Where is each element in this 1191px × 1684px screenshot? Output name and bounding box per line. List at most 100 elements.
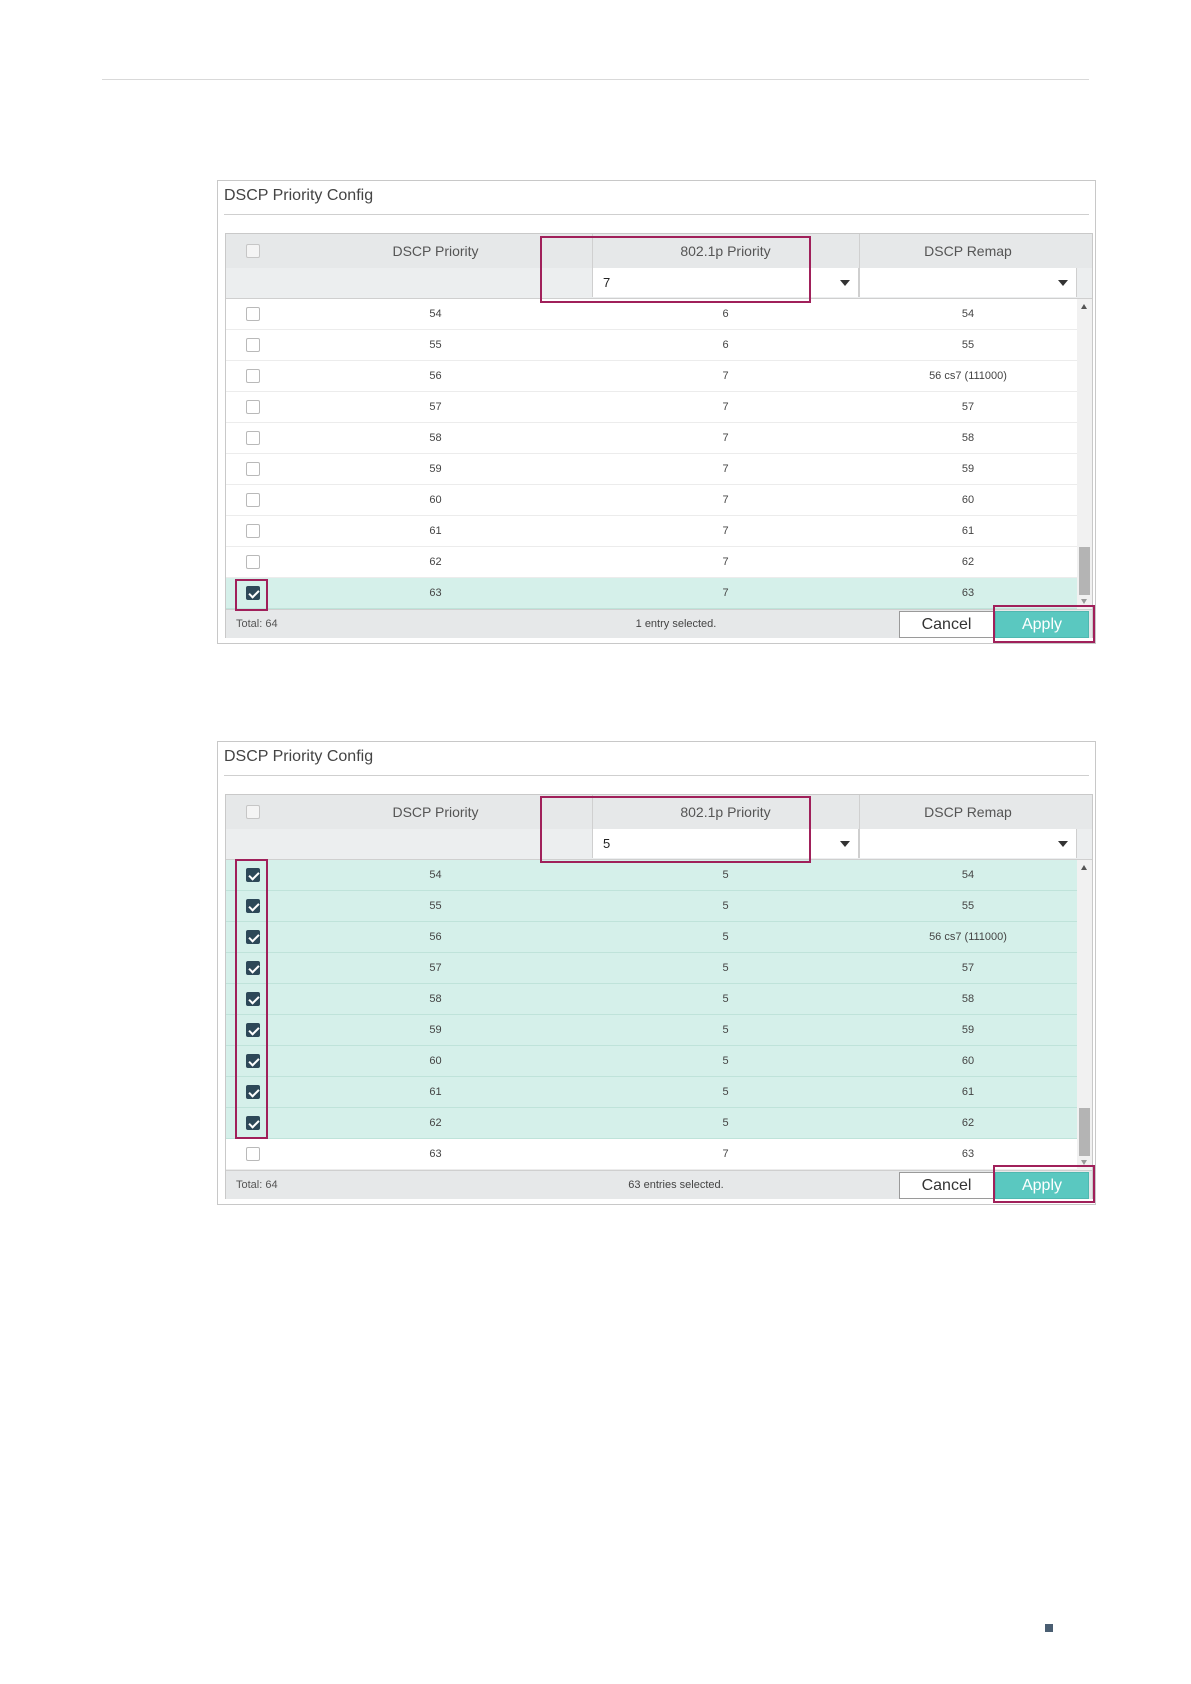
table-row[interactable]: 58 7 58	[226, 423, 1077, 454]
scroll-up-arrow-icon[interactable]	[1081, 865, 1087, 870]
chevron-down-icon	[1058, 841, 1068, 847]
dscp-remap-select[interactable]	[859, 268, 1077, 297]
page-top-rule	[102, 79, 1089, 80]
select-all-checkbox[interactable]	[246, 805, 260, 819]
row-checkbox[interactable]	[246, 462, 260, 476]
dot1p-priority-cell: 6	[722, 308, 729, 320]
row-checkbox[interactable]	[246, 992, 260, 1006]
row-checkbox[interactable]	[246, 1023, 260, 1037]
table-row[interactable]: 59 7 59	[226, 454, 1077, 485]
table-row[interactable]: 57 5 57	[226, 953, 1077, 984]
table-row[interactable]: 60 5 60	[226, 1046, 1077, 1077]
scroll-down-arrow-icon[interactable]	[1081, 1160, 1087, 1165]
row-checkbox[interactable]	[246, 899, 260, 913]
column-divider	[859, 234, 860, 268]
selection-status: 63 entries selected.	[628, 1179, 724, 1191]
dscp-priority-cell: 56	[429, 931, 442, 943]
dot1p-priority-cell: 7	[722, 463, 729, 475]
column-header-8021p-priority[interactable]: 802.1p Priority	[592, 795, 859, 829]
select-all-checkbox[interactable]	[246, 244, 260, 258]
row-checkbox[interactable]	[246, 961, 260, 975]
dscp-priority-cell: 57	[429, 962, 442, 974]
dot1p-priority-select-value: 5	[603, 836, 611, 851]
table-row[interactable]: 62 5 62	[226, 1108, 1077, 1139]
dot1p-priority-select[interactable]: 5	[592, 829, 859, 858]
dot1p-priority-cell: 7	[722, 1148, 729, 1160]
scroll-down-arrow-icon[interactable]	[1081, 599, 1087, 604]
table-row[interactable]: 61 5 61	[226, 1077, 1077, 1108]
dscp-priority-cell: 55	[429, 900, 442, 912]
dscp-priority-cell: 62	[429, 556, 442, 568]
panel-title: DSCP Priority Config	[224, 748, 374, 765]
table-scrollbar[interactable]	[1077, 860, 1092, 1170]
row-checkbox[interactable]	[246, 400, 260, 414]
row-checkbox[interactable]	[246, 431, 260, 445]
dscp-priority-cell: 60	[429, 1055, 442, 1067]
dot1p-priority-cell: 7	[722, 432, 729, 444]
cancel-button[interactable]: Cancel	[899, 1172, 994, 1199]
dot1p-priority-cell: 5	[722, 931, 729, 943]
row-checkbox[interactable]	[246, 930, 260, 944]
table-row[interactable]: 60 7 60	[226, 485, 1077, 516]
page-marker	[1045, 1624, 1053, 1632]
row-checkbox[interactable]	[246, 586, 260, 600]
table-row[interactable]: 63 7 63	[226, 1139, 1077, 1170]
table-row[interactable]: 58 5 58	[226, 984, 1077, 1015]
column-divider	[859, 795, 860, 829]
dot1p-priority-cell: 6	[722, 339, 729, 351]
table-scrollbar[interactable]	[1077, 299, 1092, 609]
filter-row: 5	[226, 829, 1092, 860]
table-row[interactable]: 59 5 59	[226, 1015, 1077, 1046]
scrollbar-thumb[interactable]	[1079, 547, 1090, 595]
dot1p-priority-select[interactable]: 7	[592, 268, 859, 297]
table-row[interactable]: 55 6 55	[226, 330, 1077, 361]
column-header-dscp-priority[interactable]: DSCP Priority	[279, 795, 592, 829]
dscp-remap-cell: 59	[961, 1024, 975, 1036]
table-header: DSCP Priority 802.1p Priority DSCP Remap	[226, 795, 1092, 830]
table-row[interactable]: 54 6 54	[226, 299, 1077, 330]
apply-button[interactable]: Apply	[995, 611, 1089, 638]
dscp-remap-cell: 59	[961, 463, 975, 475]
table-row[interactable]: 62 7 62	[226, 547, 1077, 578]
table-row[interactable]: 63 7 63	[226, 578, 1077, 609]
table-row[interactable]: 61 7 61	[226, 516, 1077, 547]
column-header-dscp-priority[interactable]: DSCP Priority	[279, 234, 592, 268]
row-checkbox[interactable]	[246, 1085, 260, 1099]
table-row[interactable]: 57 7 57	[226, 392, 1077, 423]
dscp-remap-select[interactable]	[859, 829, 1077, 858]
row-checkbox[interactable]	[246, 1116, 260, 1130]
apply-button[interactable]: Apply	[995, 1172, 1089, 1199]
dscp-table: DSCP Priority 802.1p Priority DSCP Remap…	[225, 233, 1093, 638]
dscp-remap-cell: 62	[961, 556, 975, 568]
cancel-button[interactable]: Cancel	[899, 611, 994, 638]
row-checkbox[interactable]	[246, 369, 260, 383]
row-checkbox[interactable]	[246, 338, 260, 352]
row-checkbox[interactable]	[246, 555, 260, 569]
selection-status: 1 entry selected.	[635, 618, 717, 630]
dscp-priority-panel-2: DSCP Priority Config DSCP Priority 802.1…	[217, 741, 1096, 1205]
table-row[interactable]: 54 5 54	[226, 860, 1077, 891]
scroll-up-arrow-icon[interactable]	[1081, 304, 1087, 309]
row-checkbox[interactable]	[246, 868, 260, 882]
table-row[interactable]: 56 7 56 cs7 (111000)	[226, 361, 1077, 392]
table-row[interactable]: 55 5 55	[226, 891, 1077, 922]
scrollbar-thumb[interactable]	[1079, 1108, 1090, 1156]
chevron-down-icon	[840, 841, 850, 847]
row-checkbox[interactable]	[246, 307, 260, 321]
column-header-dscp-remap[interactable]: DSCP Remap	[859, 795, 1077, 829]
dot1p-priority-cell: 7	[722, 556, 729, 568]
row-checkbox[interactable]	[246, 493, 260, 507]
dscp-priority-cell: 59	[429, 463, 442, 475]
table-row[interactable]: 56 5 56 cs7 (111000)	[226, 922, 1077, 953]
dot1p-priority-cell: 7	[722, 494, 729, 506]
row-checkbox[interactable]	[246, 1147, 260, 1161]
column-header-dscp-remap[interactable]: DSCP Remap	[859, 234, 1077, 268]
dscp-table: DSCP Priority 802.1p Priority DSCP Remap…	[225, 794, 1093, 1199]
column-header-8021p-priority[interactable]: 802.1p Priority	[592, 234, 859, 268]
column-divider	[592, 795, 593, 829]
dscp-priority-cell: 63	[429, 587, 442, 599]
row-checkbox[interactable]	[246, 1054, 260, 1068]
dscp-remap-cell: 60	[961, 1055, 975, 1067]
dscp-remap-cell: 63	[961, 1148, 975, 1160]
row-checkbox[interactable]	[246, 524, 260, 538]
